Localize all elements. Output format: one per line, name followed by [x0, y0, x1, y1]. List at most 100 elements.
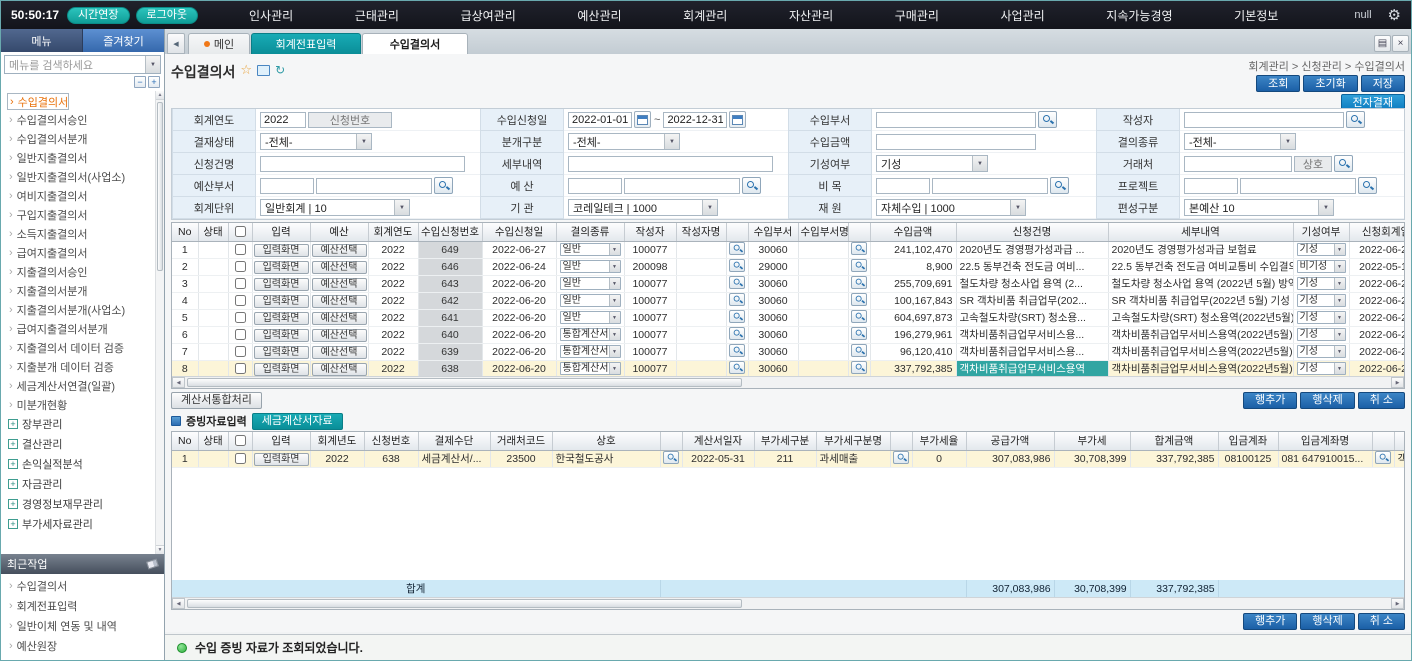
budget-dept-code-input[interactable]: [260, 178, 314, 194]
grid-row[interactable]: 3입력화면예산선택20226432022-06-20일반▼10007730060…: [172, 275, 1404, 292]
select-budget-button[interactable]: 예산선택: [312, 363, 367, 376]
sidebar-menu-item[interactable]: ›수입결의서승인: [7, 110, 154, 129]
project-code-input[interactable]: [1184, 178, 1238, 194]
tab-account-voucher-entry[interactable]: 회계전표입력: [251, 33, 361, 54]
topbar-menu-item[interactable]: 인사관리: [249, 7, 293, 24]
request-date-from-input[interactable]: [568, 112, 632, 128]
sidebar-group-item[interactable]: +경영정보재무관리: [7, 494, 154, 514]
topbar-menu-item[interactable]: 기본정보: [1234, 7, 1278, 24]
expand-all-button[interactable]: +: [148, 76, 160, 88]
grid-row[interactable]: 5입력화면예산선택20226412022-06-20일반▼10007730060…: [172, 309, 1404, 326]
evidence-grid-scrollbar[interactable]: ◀ ▶: [172, 597, 1404, 609]
income-amount-input[interactable]: [876, 134, 1036, 150]
request-title-input[interactable]: [260, 156, 465, 172]
open-input-screen-button[interactable]: 입력화면: [254, 278, 309, 291]
scrollbar-thumb[interactable]: [187, 378, 742, 387]
cell-search-button[interactable]: [851, 344, 867, 357]
recent-work-item[interactable]: ›예산원장: [7, 636, 160, 656]
org-select[interactable]: 코레일테크 | 1000 ▼: [568, 199, 718, 216]
cell-search-button[interactable]: [851, 259, 867, 272]
expense-item-name-input[interactable]: [932, 178, 1048, 194]
cell-search-button[interactable]: [729, 259, 745, 272]
expense-item-code-input[interactable]: [876, 178, 930, 194]
extend-time-button[interactable]: 시간연장: [67, 7, 129, 24]
decision-cell-select[interactable]: 일반▼: [560, 243, 621, 256]
decision-cell-select[interactable]: 통합계산서▼: [560, 328, 621, 341]
sidebar-group-item[interactable]: +자금관리: [7, 474, 154, 494]
sidebar-menu-item[interactable]: ›소득지출결의서: [7, 224, 154, 243]
evidence-add-row-button[interactable]: 행추가: [1243, 613, 1297, 630]
sidebar-menu-item[interactable]: ›지출결의서 데이터 검증: [7, 338, 154, 357]
sidebar-menu-item[interactable]: ›미분개현황: [7, 395, 154, 414]
project-name-input[interactable]: [1240, 178, 1356, 194]
sidebar-menu-item[interactable]: ›구입지출결의서: [7, 205, 154, 224]
scroll-left-icon[interactable]: ◀: [172, 377, 185, 388]
grid-row[interactable]: 1입력화면예산선택20226492022-06-27일반▼10007730060…: [172, 241, 1404, 258]
open-input-screen-button[interactable]: 입력화면: [254, 295, 309, 308]
select-budget-button[interactable]: 예산선택: [312, 329, 367, 342]
sidebar-menu-item[interactable]: ›세금계산서연결(일괄): [7, 376, 154, 395]
logout-button[interactable]: 로그아웃: [136, 7, 198, 24]
date-to-calendar-button[interactable]: [729, 111, 746, 128]
refresh-icon[interactable]: ↻: [275, 62, 285, 78]
open-input-screen-button[interactable]: 입력화면: [254, 453, 309, 466]
reset-button[interactable]: 초기화: [1303, 75, 1357, 92]
completion-cell-select[interactable]: 비기성▼: [1297, 260, 1346, 273]
topbar-menu-item[interactable]: 지속가능경영: [1106, 7, 1172, 24]
decision-cell-select[interactable]: 일반▼: [560, 311, 621, 324]
vendor-search-button[interactable]: [1334, 155, 1353, 172]
completion-cell-select[interactable]: 기성▼: [1297, 243, 1346, 256]
row-checkbox[interactable]: [235, 346, 246, 357]
income-grid-scrollbar[interactable]: ◀ ▶: [172, 376, 1404, 388]
select-budget-button[interactable]: 예산선택: [312, 295, 367, 308]
recent-work-item[interactable]: ›일반이체 연동 및 내역: [7, 616, 160, 636]
topbar-menu-item[interactable]: 예산관리: [577, 7, 621, 24]
row-checkbox[interactable]: [235, 453, 246, 464]
budget-dept-search-button[interactable]: [434, 177, 453, 194]
decision-cell-select[interactable]: 통합계산서▼: [560, 345, 621, 358]
grid-row[interactable]: 8입력화면예산선택20226382022-06-20통합계산서▼10007730…: [172, 360, 1404, 376]
row-checkbox[interactable]: [235, 278, 246, 289]
select-budget-button[interactable]: 예산선택: [312, 244, 367, 257]
sidebar-menu-item[interactable]: ›여비지출결의서: [7, 186, 154, 205]
sidebar-menu-item[interactable]: ›급여지출결의서분개: [7, 319, 154, 338]
clear-recent-icon[interactable]: [146, 558, 159, 569]
sidebar-menu-item[interactable]: ›지출분개 데이터 검증: [7, 357, 154, 376]
collapse-all-button[interactable]: −: [134, 76, 146, 88]
select-budget-button[interactable]: 예산선택: [312, 312, 367, 325]
cell-search-button[interactable]: [729, 361, 745, 374]
sidebar-group-item[interactable]: +결산관리: [7, 434, 154, 454]
completion-cell-select[interactable]: 기성▼: [1297, 345, 1346, 358]
grid-row[interactable]: 2입력화면예산선택20226462022-06-24일반▼20009829000…: [172, 258, 1404, 275]
cell-search-button[interactable]: [893, 451, 909, 464]
date-from-calendar-button[interactable]: [634, 111, 651, 128]
select-all-checkbox[interactable]: [235, 226, 246, 237]
income-cancel-button[interactable]: 취 소: [1358, 392, 1405, 409]
scroll-right-icon[interactable]: ▶: [1391, 377, 1404, 388]
budget-search-button[interactable]: [742, 177, 761, 194]
writer-search-button[interactable]: [1346, 111, 1365, 128]
income-dept-search-button[interactable]: [1038, 111, 1057, 128]
cell-search-button[interactable]: [729, 344, 745, 357]
open-input-screen-button[interactable]: 입력화면: [254, 363, 309, 376]
sidebar-menu-item[interactable]: ›지출결의서분개: [7, 281, 154, 300]
cell-search-button[interactable]: [851, 327, 867, 340]
decision-cell-select[interactable]: 통합계산서▼: [560, 362, 621, 375]
completion-cell-select[interactable]: 기성▼: [1297, 311, 1346, 324]
income-delete-row-button[interactable]: 행삭제: [1300, 392, 1354, 409]
open-input-screen-button[interactable]: 입력화면: [254, 312, 309, 325]
row-checkbox[interactable]: [235, 312, 246, 323]
topbar-menu-item[interactable]: 사업관리: [1001, 7, 1045, 24]
row-checkbox[interactable]: [235, 295, 246, 306]
cell-search-button[interactable]: [729, 276, 745, 289]
row-checkbox[interactable]: [235, 363, 246, 374]
sidebar-menu-item[interactable]: ›지출결의서승인: [7, 262, 154, 281]
tab-income-resolution[interactable]: 수입결의서: [362, 33, 468, 54]
tax-invoice-data-button[interactable]: 세금계산서자료: [252, 413, 343, 430]
cell-search-button[interactable]: [851, 361, 867, 374]
select-budget-button[interactable]: 예산선택: [312, 261, 367, 274]
completion-cell-select[interactable]: 기성▼: [1297, 294, 1346, 307]
completion-cell-select[interactable]: 기성▼: [1297, 328, 1346, 341]
decision-cell-select[interactable]: 일반▼: [560, 260, 621, 273]
income-add-row-button[interactable]: 행추가: [1243, 392, 1297, 409]
